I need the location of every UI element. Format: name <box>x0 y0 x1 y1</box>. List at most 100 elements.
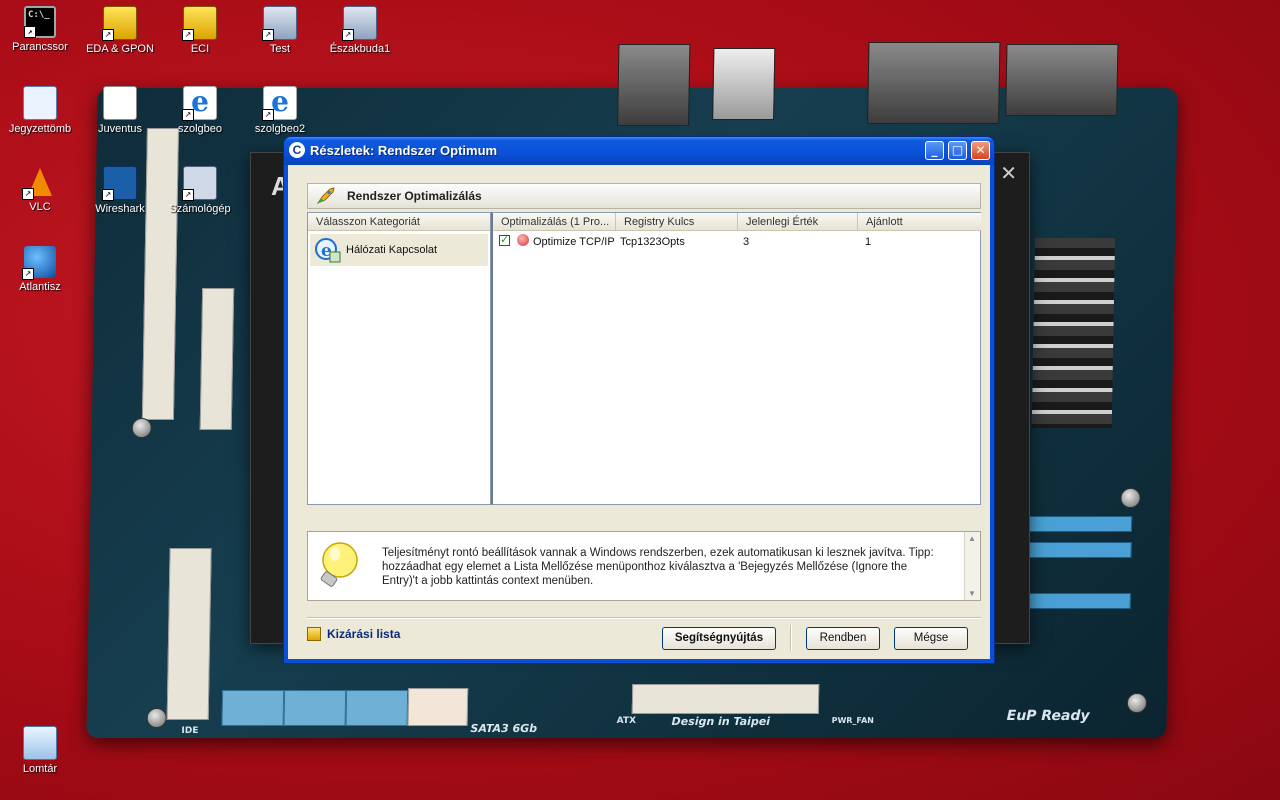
wallpaper-pcie-slot <box>1018 593 1131 609</box>
dialog-title: Részletek: Rendszer Optimum <box>310 143 498 158</box>
wallpaper-text: EuP Ready <box>1006 708 1090 724</box>
wallpaper-sata <box>283 690 347 726</box>
ok-button[interactable]: Rendben <box>806 627 880 650</box>
lightbulb-icon <box>320 542 358 587</box>
desktop-icon-atlantisz[interactable]: ↗ Atlantisz <box>1 246 79 293</box>
application-shortcut-icon: ↗ <box>102 6 137 41</box>
scroll-down-icon[interactable]: ▼ <box>968 589 976 598</box>
wallpaper-port <box>617 44 691 126</box>
wallpaper-capacitor <box>131 418 152 438</box>
desktop-icon-label: Juventus <box>97 123 143 135</box>
desktop-icon-eszakbuda1[interactable]: ↗ Északbuda1 <box>321 6 399 55</box>
wallpaper-port <box>867 42 1001 124</box>
wallpaper-text: ATX <box>616 716 637 726</box>
cancel-button[interactable]: Mégse <box>894 627 968 650</box>
wallpaper-text: PWR_FAN <box>831 716 874 725</box>
internet-explorer-icon: ↗ <box>182 86 217 121</box>
category-item-label: Hálózati Kapcsolat <box>346 244 438 256</box>
recycle-bin-icon <box>23 726 57 760</box>
desktop-icon-label: szolgbeo2 <box>254 123 306 135</box>
wallpaper-sata <box>407 688 469 726</box>
desktop-icon-label: Északbuda1 <box>329 43 391 55</box>
desktop-icon-label: EDA & GPON <box>86 43 154 55</box>
wallpaper-capacitor <box>146 708 167 728</box>
category-list: Válasszon Kategoriát e Hálózati Kapcsola… <box>307 212 491 505</box>
network-connection-icon: e <box>315 238 341 263</box>
row-checkbox[interactable] <box>499 233 510 246</box>
notepad-icon <box>23 86 57 120</box>
table-header-current-value[interactable]: Jelenlegi Érték <box>737 213 857 231</box>
exclusion-list-label: Kizárási lista <box>327 627 401 641</box>
section-header: Rendszer Optimalizálás <box>307 183 981 209</box>
tip-text: Teljesítményt rontó beállítások vannak a… <box>382 547 934 587</box>
wallpaper-capacitor <box>1120 488 1141 508</box>
table-header-recommended[interactable]: Ajánlott <box>857 213 981 231</box>
globe-icon: ↗ <box>22 246 56 280</box>
maximize-button[interactable]: □ <box>948 141 967 160</box>
help-button[interactable]: Segítségnyújtás <box>662 627 776 650</box>
divider <box>307 617 981 619</box>
category-item-network[interactable]: e Hálózati Kapcsolat <box>310 234 488 266</box>
wallpaper-pcie-slot <box>1019 516 1133 532</box>
desktop-icon-lomtar[interactable]: Lomtár <box>1 726 79 775</box>
section-title: Rendszer Optimalizálás <box>347 189 482 203</box>
desktop-icon-szolgbeo[interactable]: ↗ szolgbeo <box>161 86 239 135</box>
desktop-icon-szolgbeo2[interactable]: ↗ szolgbeo2 <box>241 86 319 135</box>
wallpaper-text: Design in Taipei <box>671 715 771 728</box>
table-header-registry-key[interactable]: Registry Kulcs <box>615 213 737 231</box>
desktop-icon-test[interactable]: ↗ Test <box>241 6 319 55</box>
dialog-titlebar[interactable]: C Részletek: Rendszer Optimum _ □ ✕ <box>284 137 994 165</box>
table-header-optimization[interactable]: Optimalizálás (1 Pro... <box>493 213 615 231</box>
text-document-icon <box>103 86 137 120</box>
wireshark-icon: ↗ <box>102 166 137 201</box>
wallpaper-atx-connector <box>631 684 820 714</box>
desktop-icon-label: ECI <box>190 43 210 55</box>
wallpaper-text: IDE <box>181 726 199 736</box>
row-optimization-name: Optimize TCP/IP <box>533 236 615 248</box>
tip-box: Teljesítményt rontó beállítások vannak a… <box>307 531 981 601</box>
table-row[interactable]: Optimize TCP/IP Tcp1323Opts 3 1 <box>493 233 980 251</box>
close-icon[interactable]: ✕ <box>1000 161 1017 186</box>
button-divider <box>790 625 792 651</box>
details-dialog: C Részletek: Rendszer Optimum _ □ ✕ Rend… <box>283 136 995 664</box>
tip-scrollbar[interactable]: ▲ ▼ <box>964 532 980 600</box>
wallpaper-pci-slot <box>199 288 235 430</box>
wallpaper-capacitor <box>1126 693 1148 713</box>
wallpaper-port <box>1005 44 1119 116</box>
rocket-icon <box>316 187 335 204</box>
internet-explorer-icon: ↗ <box>262 86 297 121</box>
dialog-client-area: Rendszer Optimalizálás Válasszon Kategor… <box>288 165 990 659</box>
network-shortcut-icon: ↗ <box>342 6 377 41</box>
list-icon <box>307 627 321 641</box>
desktop-icon-wireshark[interactable]: ↗ Wireshark <box>81 166 159 215</box>
desktop-icon-szamologep[interactable]: ↗ Számológép <box>161 166 239 215</box>
desktop-icon-label: Atlantisz <box>19 281 61 293</box>
desktop-icon-eci[interactable]: ↗ ECI <box>161 6 239 55</box>
row-registry-key: Tcp1323Opts <box>620 236 685 248</box>
optimization-table: Optimalizálás (1 Pro... Registry Kulcs J… <box>491 212 981 505</box>
application-shortcut-icon: ↗ <box>182 6 217 41</box>
desktop-icon-label: Test <box>269 43 291 55</box>
desktop-icon-label: Wireshark <box>95 203 145 215</box>
row-current-value: 3 <box>743 236 750 248</box>
desktop-icon-label: szolgbeo <box>177 123 223 135</box>
status-warning-icon <box>517 234 529 246</box>
app-logo-icon: C <box>289 142 305 158</box>
desktop-icon-eda-gpon[interactable]: ↗ EDA & GPON <box>81 6 159 55</box>
wallpaper-sata <box>345 690 409 726</box>
row-recommended-value: 1 <box>865 236 872 248</box>
close-button[interactable]: ✕ <box>971 141 990 160</box>
category-column-header: Válasszon Kategoriát <box>308 213 490 231</box>
wallpaper-sata <box>221 690 285 726</box>
desktop-icon-parancssor[interactable]: C:\_ ↗ Parancssor <box>1 6 79 53</box>
minimize-button[interactable]: _ <box>925 141 944 160</box>
wallpaper-heatsink <box>1031 238 1116 428</box>
desktop-icon-juventus[interactable]: Juventus <box>81 86 159 135</box>
scroll-up-icon[interactable]: ▲ <box>968 534 976 543</box>
wallpaper-ide-slot <box>166 548 212 720</box>
command-prompt-icon: C:\_ ↗ <box>24 6 56 38</box>
wallpaper-port <box>712 48 776 120</box>
desktop-icon-vlc[interactable]: ↗ VLC <box>1 166 79 213</box>
desktop-icon-jegyzettomb[interactable]: Jegyzettömb <box>1 86 79 135</box>
desktop-icon-label: Jegyzettömb <box>8 123 72 135</box>
